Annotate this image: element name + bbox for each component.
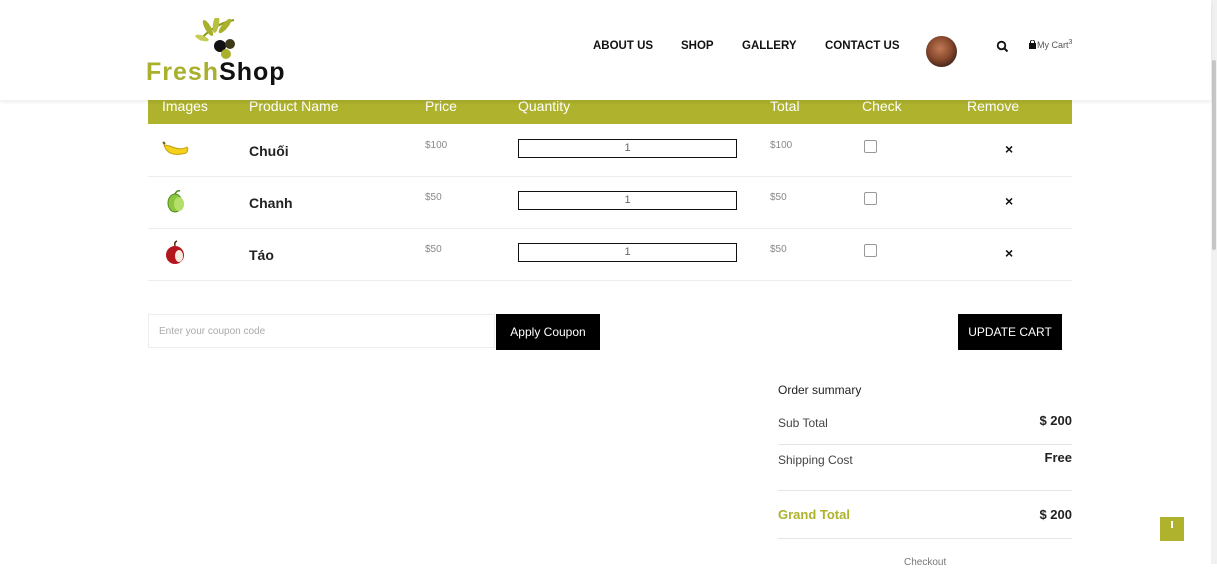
product-price: $100 [425,140,448,151]
quantity-input[interactable]: 1 [518,191,737,210]
product-total: $50 [770,192,787,203]
search-icon[interactable] [996,40,1010,54]
remove-button[interactable]: × [1005,245,1013,261]
apply-coupon-button[interactable]: Apply Coupon [496,314,600,350]
scrollbar-thumb[interactable] [1212,60,1216,250]
brand-fresh: Fresh [146,58,220,86]
product-name[interactable]: Táo [249,247,274,263]
product-name[interactable]: Chuối [249,143,289,159]
select-checkbox[interactable] [864,192,877,205]
col-quantity: Quantity [518,98,571,114]
cart-table-header: Images Product Name Price Quantity Total… [148,98,1072,124]
brand-name: FreshShop [146,58,286,87]
apple-icon [166,240,184,264]
divider [778,444,1072,445]
product-price: $50 [425,192,442,203]
col-product-name: Product Name [249,98,339,114]
nav-gallery[interactable]: GALLERY [742,40,797,52]
col-check: Check [862,98,902,114]
cart-count: 3 [1068,39,1073,46]
divider [778,490,1072,491]
quantity-input[interactable]: 1 [518,243,737,262]
checkout-link[interactable]: Checkout [904,557,946,568]
quantity-input[interactable]: 1 [518,139,737,158]
product-total: $50 [770,244,787,255]
brand-shop: Shop [219,58,286,86]
shipping-value: Free [1044,450,1072,465]
select-checkbox[interactable] [864,244,877,257]
remove-button[interactable]: × [1005,141,1013,157]
product-total: $100 [770,140,793,151]
banana-icon [162,141,189,155]
table-row: Táo $50 1 $50 × [148,228,1072,281]
nav-contact[interactable]: CONTACT US [825,40,900,52]
col-remove: Remove [967,98,1020,114]
shopping-bag-icon [1029,39,1036,49]
subtotal-value: $ 200 [1039,413,1072,428]
divider [778,538,1072,539]
table-row: Chuối $100 1 $100 × [148,124,1072,177]
col-total: Total [770,98,800,114]
col-images: Images [162,98,208,114]
grand-total-value: $ 200 [1039,507,1072,522]
summary-title: Order summary [778,383,862,397]
cart-label: My Cart [1037,40,1069,50]
grand-total-label: Grand Total [778,507,850,522]
back-to-top-button[interactable] [1160,517,1184,541]
product-name[interactable]: Chanh [249,195,293,211]
shipping-label: Shipping Cost [778,453,853,467]
lemon-icon [167,190,184,213]
col-price: Price [425,98,457,114]
table-row: Chanh $50 1 $50 × [148,176,1072,229]
cart-link[interactable]: My Cart3 [1028,39,1072,50]
site-header: FreshShop ABOUT US SHOP GALLERY CONTACT … [0,0,1211,100]
user-avatar[interactable] [926,36,957,67]
olive-branch-icon [195,18,235,59]
product-price: $50 [425,244,442,255]
coupon-input[interactable]: Enter your coupon code [148,314,495,348]
update-cart-button[interactable]: UPDATE CART [958,314,1062,350]
remove-button[interactable]: × [1005,193,1013,209]
nav-about[interactable]: ABOUT US [593,40,653,52]
brand-logo[interactable]: FreshShop [146,18,306,93]
subtotal-label: Sub Total [778,416,828,430]
select-checkbox[interactable] [864,140,877,153]
nav-shop[interactable]: SHOP [681,40,714,52]
